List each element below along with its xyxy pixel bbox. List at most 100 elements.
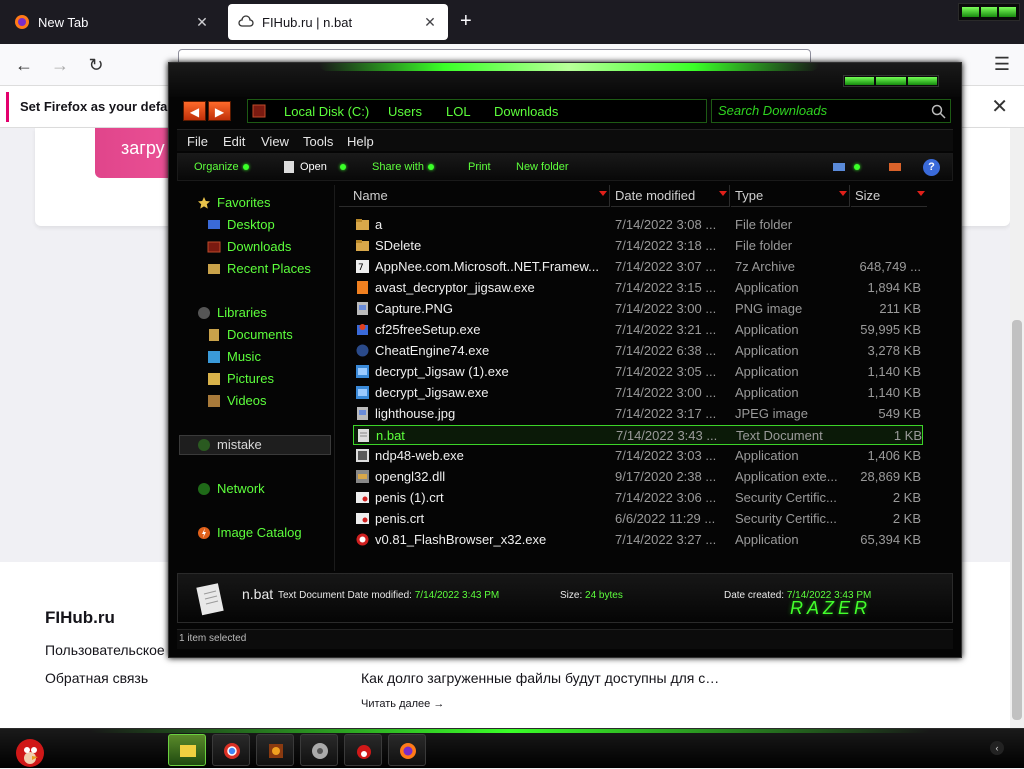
nav-music[interactable]: Music <box>207 349 261 364</box>
forward-arrow-icon[interactable]: ▶ <box>208 101 231 121</box>
close-tab-icon[interactable]: ✕ <box>194 14 210 31</box>
angry-bird-start-icon[interactable] <box>8 731 48 769</box>
view-dropdown-dot[interactable] <box>850 161 860 173</box>
file-date: 7/14/2022 3:05 ... <box>615 364 717 379</box>
nav-videos[interactable]: Videos <box>207 393 267 408</box>
sort-dropdown-icon[interactable] <box>599 191 607 196</box>
hamburger-menu-icon[interactable]: ☰ <box>994 54 1010 75</box>
column-separator[interactable] <box>849 185 850 207</box>
taskbar-button-angry-bird[interactable] <box>344 734 382 766</box>
recent-places-icon <box>208 263 220 274</box>
table-row[interactable]: ndp48-web.exe 7/14/2022 3:03 ... Applicati… <box>353 446 923 466</box>
column-header-date[interactable]: Date modified <box>611 185 729 207</box>
tab-new-tab[interactable]: New Tab ✕ <box>4 4 220 40</box>
back-arrow-icon[interactable]: ← <box>12 53 36 77</box>
nav-image-catalog[interactable]: Image Catalog <box>197 525 302 540</box>
organize-button[interactable]: Organize <box>194 161 249 173</box>
search-input[interactable] <box>718 103 918 118</box>
sort-dropdown-icon[interactable] <box>839 191 847 196</box>
open-button[interactable]: Open <box>300 161 327 173</box>
app-icon <box>269 744 283 758</box>
table-row[interactable]: cf25freeSetup.exe 7/14/2022 3:21 ... Appli… <box>353 320 923 340</box>
file-type: Application <box>735 280 799 295</box>
network-icon <box>198 482 210 495</box>
table-row[interactable]: decrypt_Jigsaw.exe 7/14/2022 3:00 ... Appl… <box>353 383 923 403</box>
table-row[interactable]: lighthouse.jpg 7/14/2022 3:17 ... JPEG ima… <box>353 404 923 424</box>
column-separator[interactable] <box>609 185 610 207</box>
table-row[interactable]: Capture.PNG 7/14/2022 3:00 ... PNG image 21… <box>353 299 923 319</box>
nav-recent-places[interactable]: Recent Places <box>207 261 311 276</box>
nav-libraries[interactable]: Libraries <box>197 305 267 320</box>
breadcrumb[interactable]: Local Disk (C:) Users LOL Downloads ↻ <box>247 99 766 123</box>
taskbar-button-app[interactable] <box>256 734 294 766</box>
forward-arrow-icon[interactable]: → <box>48 53 72 77</box>
table-row[interactable]: decrypt_Jigsaw (1).exe 7/14/2022 3:05 ...… <box>353 362 923 382</box>
tray-expand-icon[interactable]: ‹ <box>990 741 1004 755</box>
faq-question[interactable]: Как долго загруженные файлы будут доступ… <box>361 670 719 686</box>
table-row[interactable]: opengl32.dll 9/17/2020 2:38 ... Applicatio… <box>353 467 923 487</box>
organize-label: Organize <box>194 161 239 173</box>
help-icon[interactable]: ? <box>923 159 940 176</box>
file-date: 7/14/2022 3:15 ... <box>615 280 717 295</box>
taskbar-button-firefox[interactable] <box>388 734 426 766</box>
preview-pane-icon[interactable] <box>888 161 902 173</box>
view-options-icon[interactable] <box>832 161 846 173</box>
footer-link-feedback[interactable]: Обратная связь <box>45 670 148 686</box>
table-row[interactable]: CheatEngine74.exe 7/14/2022 6:38 ... Appli… <box>353 341 923 361</box>
footer-link-custom[interactable]: Пользовательское <box>45 642 165 658</box>
new-tab-plus-icon[interactable]: + <box>460 10 472 33</box>
nav-network[interactable]: Network <box>197 481 265 496</box>
nav-downloads[interactable]: Downloads <box>207 239 291 254</box>
read-more-link[interactable]: Читать далее → <box>361 698 444 710</box>
breadcrumb-users[interactable]: Users <box>388 104 422 119</box>
open-dropdown-dot[interactable] <box>336 161 346 173</box>
search-box[interactable] <box>711 99 951 123</box>
close-tab-icon[interactable]: ✕ <box>422 14 438 31</box>
table-row[interactable]: n.bat 7/14/2022 3:43 ... Text Document 1 KB <box>353 425 923 445</box>
nav-favorites[interactable]: Favorites <box>197 195 270 210</box>
table-row[interactable]: 7 AppNee.com.Microsoft..NET.Framew... 7/14… <box>353 257 923 277</box>
column-header-name[interactable]: Name <box>339 185 609 207</box>
back-arrow-icon[interactable]: ◀ <box>183 101 206 121</box>
taskbar-button-disc[interactable] <box>300 734 338 766</box>
reload-icon[interactable]: ↻ <box>84 53 108 77</box>
share-with-button[interactable]: Share with <box>372 161 434 173</box>
page-scrollbar[interactable] <box>1010 128 1024 728</box>
taskbar-button-chrome[interactable] <box>212 734 250 766</box>
new-folder-button[interactable]: New folder <box>516 161 569 173</box>
tab-fihub[interactable]: FIHub.ru | n.bat ✕ <box>228 4 448 40</box>
breadcrumb-lol[interactable]: LOL <box>446 104 471 119</box>
table-row[interactable]: avast_decryptor_jigsaw.exe 7/14/2022 3:15… <box>353 278 923 298</box>
breadcrumb-local-disk[interactable]: Local Disk (C:) <box>284 104 369 119</box>
taskbar-glow <box>90 729 930 733</box>
explorer-window-controls[interactable] <box>843 75 939 87</box>
menu-view[interactable]: View <box>261 134 289 149</box>
menu-help[interactable]: Help <box>347 134 374 149</box>
column-separator[interactable] <box>729 185 730 207</box>
scrollbar-thumb[interactable] <box>1012 320 1022 720</box>
nav-desktop[interactable]: Desktop <box>207 217 275 232</box>
sort-dropdown-icon[interactable] <box>917 191 925 196</box>
print-button[interactable]: Print <box>468 161 491 173</box>
table-row[interactable]: penis (1).crt 7/14/2022 3:06 ... Security … <box>353 488 923 508</box>
close-icon[interactable]: ✕ <box>991 94 1008 119</box>
sort-dropdown-icon[interactable] <box>719 191 727 196</box>
nav-documents[interactable]: Documents <box>207 327 293 342</box>
explorer-titlebar[interactable] <box>169 63 961 97</box>
nav-mistake[interactable]: mistake <box>197 437 262 452</box>
breadcrumb-downloads[interactable]: Downloads <box>494 104 558 119</box>
table-row[interactable]: SDelete 7/14/2022 3:18 ... File folder <box>353 236 923 256</box>
menu-file[interactable]: File <box>187 134 208 149</box>
table-row[interactable]: penis.crt 6/6/2022 11:29 ... Security Cert… <box>353 509 923 529</box>
taskbar-button-explorer[interactable] <box>168 734 206 766</box>
table-row[interactable]: a 7/14/2022 3:08 ... File folder <box>353 215 923 235</box>
column-header-size[interactable]: Size <box>851 185 927 207</box>
table-row[interactable]: v0.81_FlashBrowser_x32.exe 7/14/2022 3:27… <box>353 530 923 550</box>
image-catalog-icon <box>198 526 210 539</box>
nav-label: Image Catalog <box>217 525 302 540</box>
menu-tools[interactable]: Tools <box>303 134 333 149</box>
menu-edit[interactable]: Edit <box>223 134 245 149</box>
razer-window-controls[interactable] <box>958 3 1020 21</box>
nav-pictures[interactable]: Pictures <box>207 371 274 386</box>
column-header-type[interactable]: Type <box>731 185 849 207</box>
